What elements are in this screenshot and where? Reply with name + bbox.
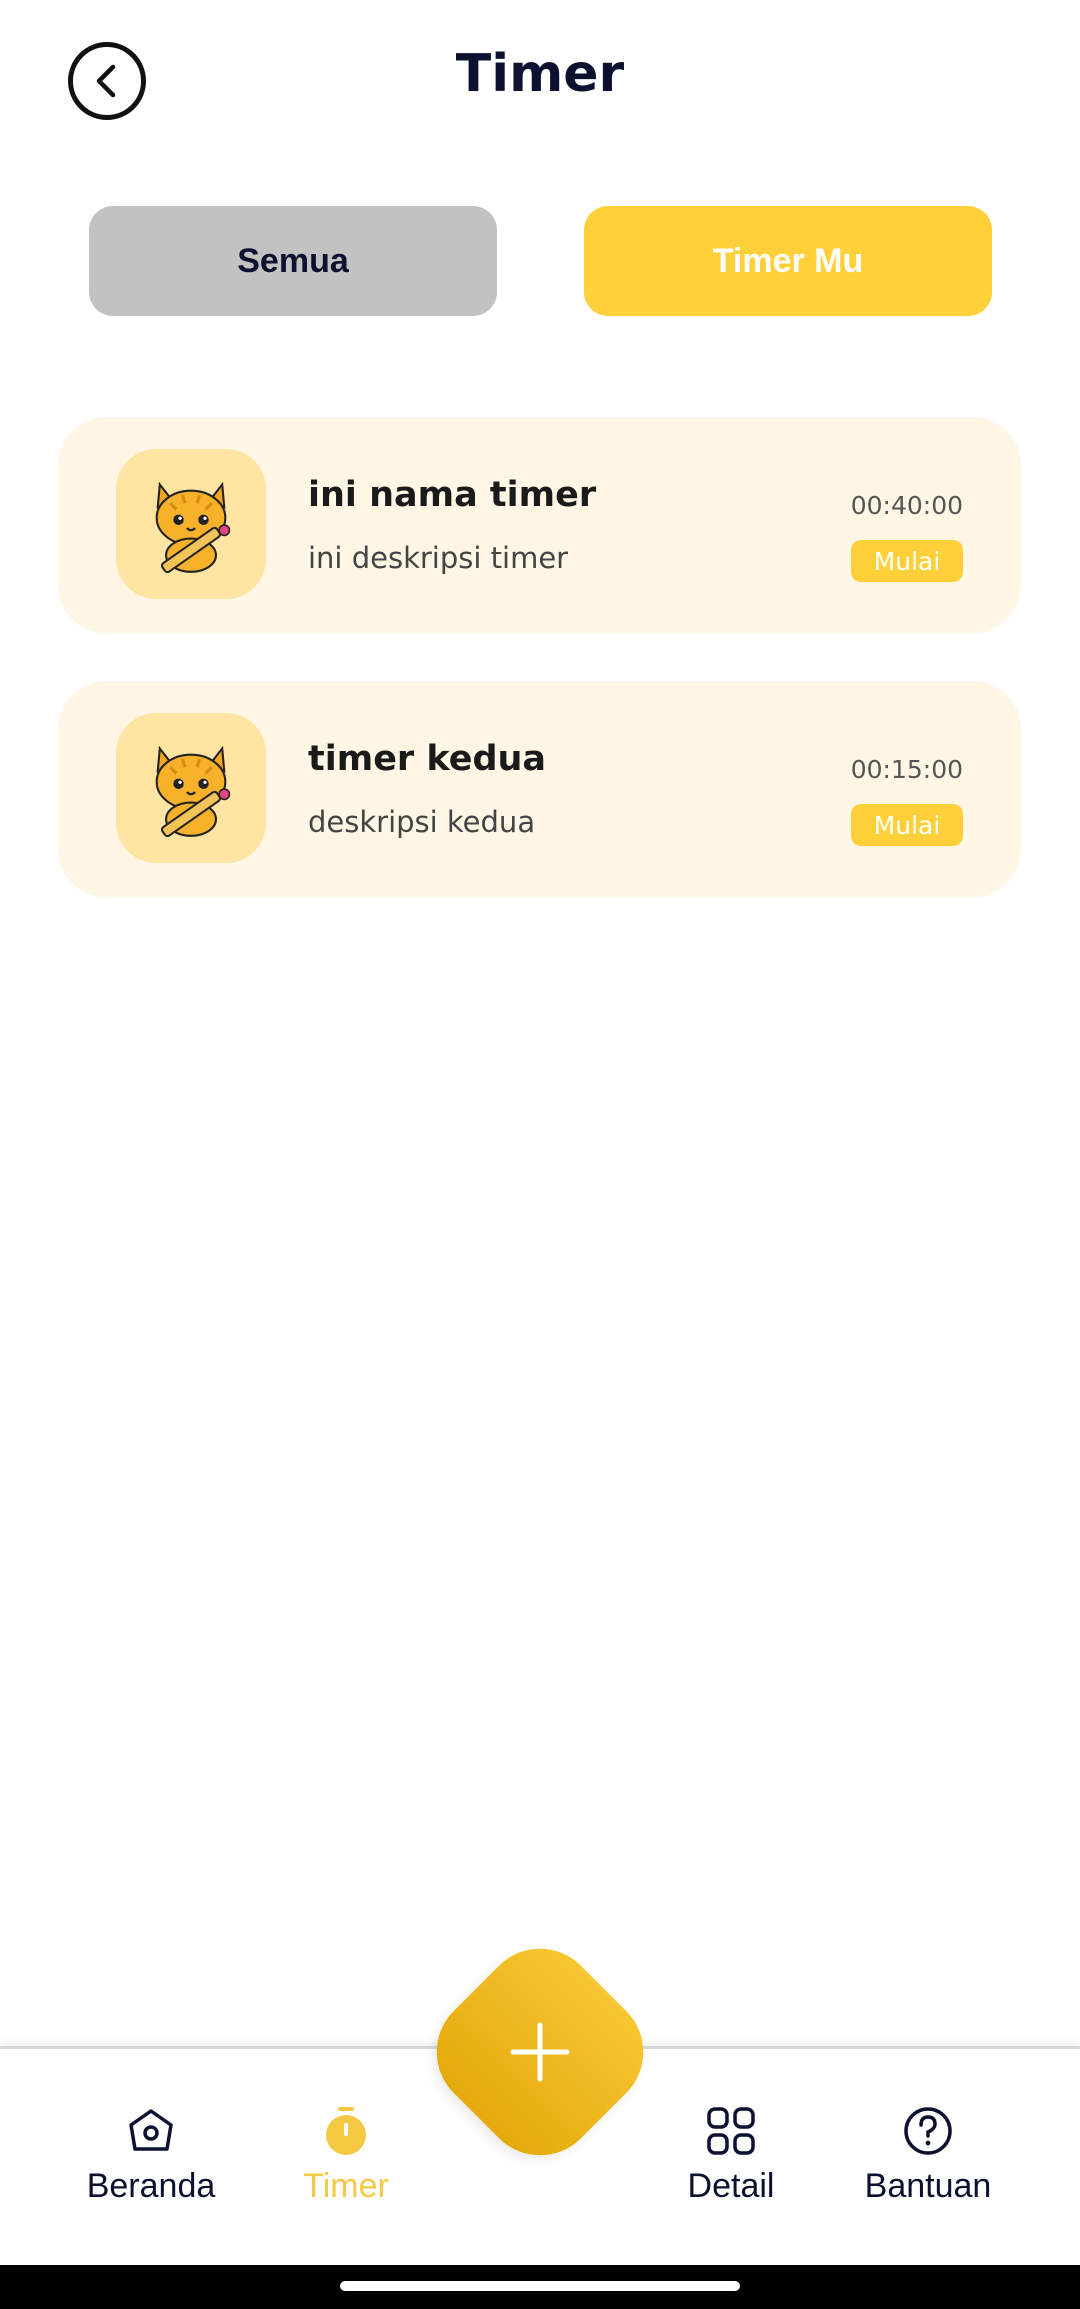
plus-icon — [510, 2022, 570, 2082]
grid-icon — [707, 2107, 755, 2155]
help-icon — [904, 2107, 952, 2155]
timer-thumbnail — [116, 713, 266, 863]
timer-description: deskripsi kedua — [308, 805, 536, 839]
timer-card[interactable]: ini nama timer ini deskripsi timer 00:40… — [58, 417, 1021, 633]
nav-label: Detail — [687, 2167, 775, 2205]
header: Timer — [0, 0, 1080, 160]
tab-all[interactable]: Semua — [89, 206, 497, 316]
timer-name: timer kedua — [308, 739, 547, 779]
nav-label: Timer — [303, 2167, 389, 2205]
timer-thumbnail — [116, 449, 266, 599]
home-indicator[interactable] — [340, 2281, 740, 2291]
nav-label: Beranda — [86, 2167, 216, 2205]
timer-description: ini deskripsi timer — [308, 541, 569, 575]
home-icon — [129, 2109, 173, 2151]
cat-pencil-icon — [155, 745, 231, 838]
system-nav-bar — [0, 2265, 1080, 2309]
tab-my-timers[interactable]: Timer Mu — [584, 206, 992, 316]
page-title: Timer — [455, 44, 625, 104]
start-timer-button[interactable]: Mulai — [851, 804, 963, 846]
timer-name: ini nama timer — [308, 475, 597, 515]
nav-item-bantuan[interactable]: Bantuan — [828, 2105, 1028, 2206]
timer-duration: 00:15:00 — [850, 755, 963, 784]
nav-item-detail[interactable]: Detail — [631, 2105, 831, 2206]
start-timer-button[interactable]: Mulai — [851, 540, 963, 582]
nav-label: Bantuan — [864, 2167, 992, 2205]
nav-item-timer[interactable]: Timer — [246, 2105, 446, 2206]
nav-item-beranda[interactable]: Beranda — [51, 2105, 251, 2206]
cat-pencil-icon — [155, 481, 231, 574]
timer-duration: 00:40:00 — [850, 491, 963, 520]
stopwatch-icon — [326, 2107, 366, 2155]
timer-card[interactable]: timer kedua deskripsi kedua 00:15:00 Mul… — [58, 681, 1021, 897]
